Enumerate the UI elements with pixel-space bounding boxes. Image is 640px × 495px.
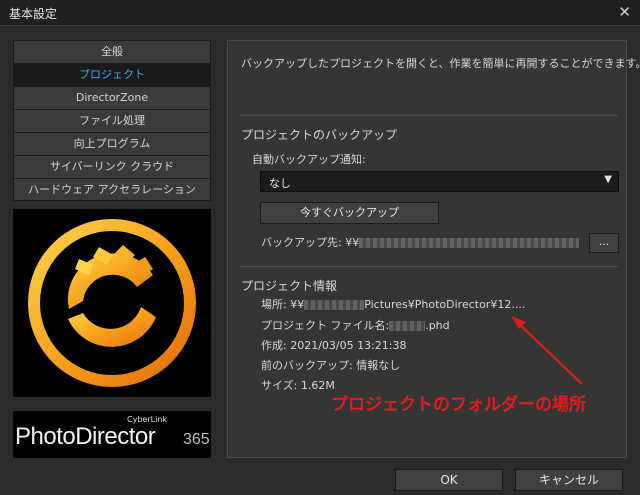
sidebar-nav: 全般 プロジェクト DirectorZone ファイル処理 向上プログラム サイ… <box>13 40 211 201</box>
project-location: 場所: ¥¥ Pictures¥PhotoDirector¥12.... <box>261 296 525 312</box>
location-label: 場所: ¥¥ <box>261 298 305 311</box>
backup-now-button[interactable]: 今すぐバックアップ <box>260 202 439 224</box>
backup-destination: バックアップ先: ¥¥ <box>261 234 580 250</box>
panel-description: バックアップしたプロジェクトを開くと、作業を簡単に再開することができます。 <box>241 57 640 70</box>
divider <box>240 266 618 267</box>
sidebar-item-general[interactable]: 全般 <box>13 40 211 63</box>
sidebar-item-project[interactable]: プロジェクト <box>13 63 211 86</box>
sidebar-item-improvement-program[interactable]: 向上プログラム <box>13 132 211 155</box>
divider <box>240 115 618 116</box>
redacted-path <box>359 238 580 248</box>
sidebar-item-directorzone[interactable]: DirectorZone <box>13 86 211 109</box>
created-date: 作成: 2021/03/05 13:21:38 <box>261 339 407 352</box>
project-filename: プロジェクト ファイル名: .phd <box>261 317 450 333</box>
redacted-path <box>304 300 365 310</box>
sidebar-item-file-handling[interactable]: ファイル処理 <box>13 109 211 132</box>
sidebar-item-cyberlink-cloud[interactable]: サイバーリンク クラウド <box>13 155 211 178</box>
project-size: サイズ: 1.62M <box>261 379 335 392</box>
cancel-button[interactable]: キャンセル <box>515 469 623 491</box>
photodirector-logo-icon <box>28 219 196 387</box>
last-backup: 前のバックアップ: 情報なし <box>261 359 401 372</box>
product-version: 365 <box>183 431 210 448</box>
window-title: 基本設定 <box>9 7 58 21</box>
ok-button[interactable]: OK <box>395 469 503 491</box>
redacted-filename <box>389 321 426 331</box>
backup-destination-label: バックアップ先: ¥¥ <box>261 236 360 249</box>
sidebar-item-hardware-acceleration[interactable]: ハードウェア アクセラレーション <box>13 178 211 201</box>
browse-button[interactable]: ... <box>589 233 619 253</box>
auto-backup-select[interactable]: なし ▼ <box>260 171 619 192</box>
filename-ext: .phd <box>425 319 450 332</box>
close-icon[interactable]: ✕ <box>618 3 631 21</box>
app-logo <box>13 209 211 397</box>
location-value: Pictures¥PhotoDirector¥12.... <box>364 298 526 311</box>
annotation-label: プロジェクトのフォルダーの場所 <box>331 395 586 415</box>
chevron-down-icon: ▼ <box>604 174 612 185</box>
title-bar: 基本設定 ✕ <box>0 0 640 26</box>
product-name: PhotoDirector <box>15 423 156 450</box>
brand-banner: CyberLink PhotoDirector 365 <box>13 411 211 458</box>
info-section-title: プロジェクト情報 <box>241 279 338 293</box>
filename-label: プロジェクト ファイル名: <box>261 319 390 332</box>
backup-section-title: プロジェクトのバックアップ <box>241 128 398 142</box>
auto-backup-value: なし <box>269 177 291 190</box>
auto-backup-label: 自動バックアップ通知: <box>252 153 366 166</box>
